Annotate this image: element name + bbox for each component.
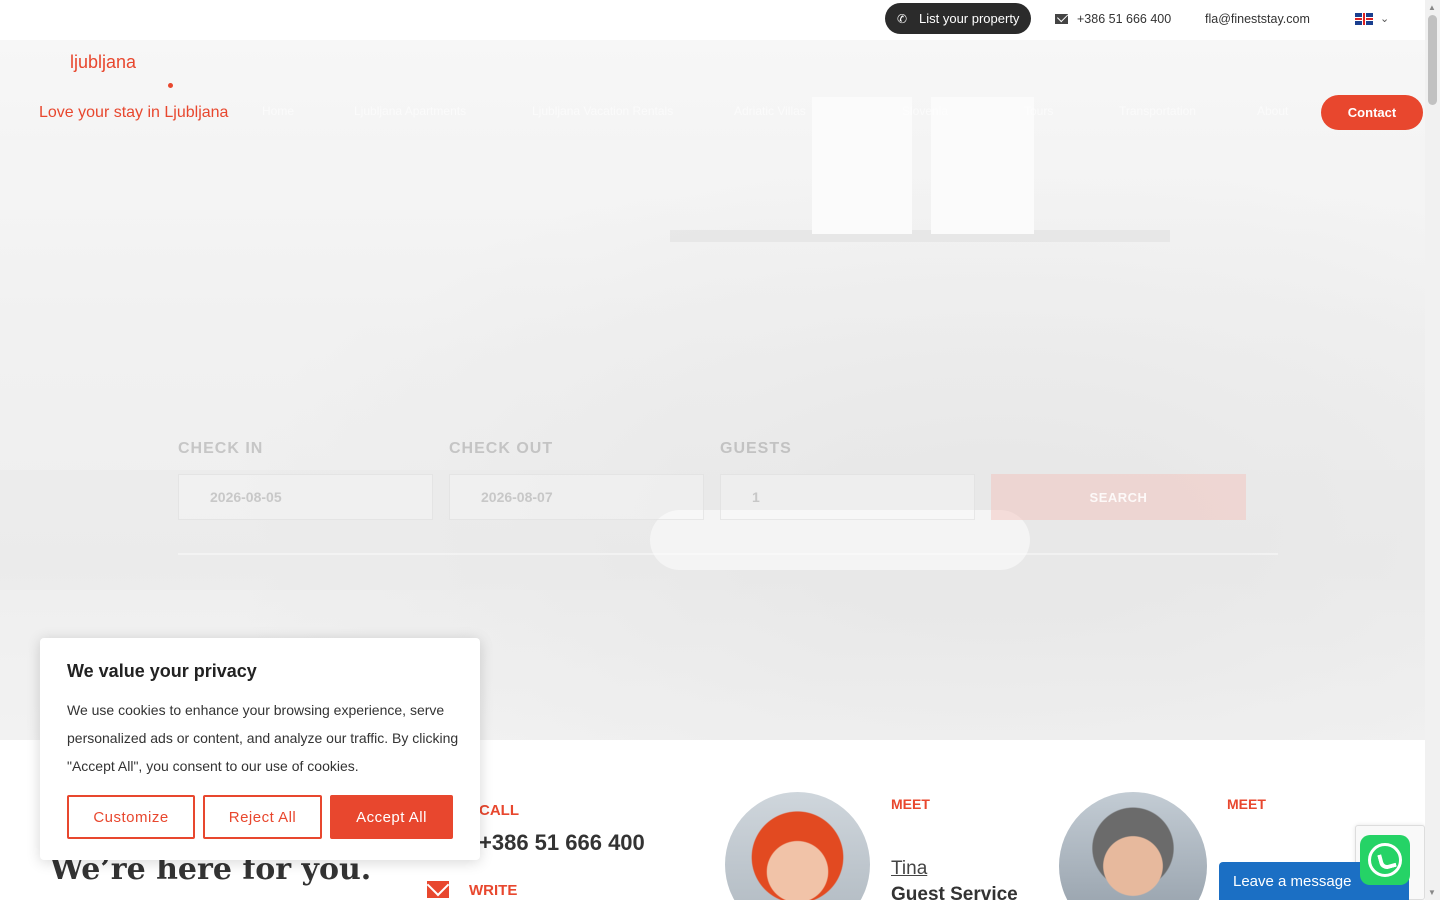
scroll-down-icon[interactable]: ▼ [1428,888,1436,897]
topbar-email-link[interactable]: fla@fineststay.com [1205,12,1310,26]
scrollbar[interactable]: ▲ ▼ [1425,0,1440,900]
tagline: Love your stay in Ljubljana [39,104,229,121]
topbar-phone-text: +386 51 666 400 [1077,12,1172,26]
leave-message-label: Leave a message [1233,872,1352,890]
call-number[interactable]: +386 51 666 400 [479,830,645,856]
nav-item-adriatic-villas[interactable]: Adriatic Villas [734,104,806,118]
topbar-phone-link[interactable]: +386 51 666 400 [1055,12,1171,26]
cookie-title: We value your privacy [67,661,257,681]
search-button[interactable]: SEARCH [991,474,1246,520]
logo-text[interactable]: ljubljana [70,52,136,73]
guests-select[interactable]: 1 [720,474,975,520]
nav-item-apartments[interactable]: Ljubljana Apartments [354,104,466,118]
call-label: CALL [479,802,519,819]
hero-background [0,40,1425,740]
customize-button[interactable]: Customize [67,795,195,839]
top-bar: ✆ List your property +386 51 666 400 fla… [0,0,1440,40]
meet-label: MEET [1227,796,1266,812]
logo-dot [168,83,173,88]
check-in-group: CHECK IN 2026-08-05 [178,440,433,520]
scroll-up-icon[interactable]: ▲ [1428,3,1436,12]
meet-label: MEET [891,796,930,812]
nav-item-tours[interactable]: Tours [1024,104,1053,118]
staff-name-link[interactable]: Tina [891,858,927,880]
check-in-label: CHECK IN [178,440,264,457]
hero-overlay [0,40,1425,740]
cookie-body: We use cookies to enhance your browsing … [67,702,459,774]
nav-item-home[interactable]: Home [262,104,294,118]
nav-item-about[interactable]: About [1257,104,1288,118]
nav-item-transportation[interactable]: Transportation [1119,104,1196,118]
list-property-label: List your property [919,11,1020,26]
phone-icon: ✆ [896,11,908,26]
envelope-icon [427,881,449,898]
check-out-group: CHECK OUT 2026-08-07 [449,440,704,520]
list-property-button[interactable]: ✆ List your property [885,3,1031,34]
scrollbar-thumb[interactable] [1428,15,1437,105]
nav-item-slovenia[interactable]: Slovenia [902,104,948,118]
staff-role: Guest Service [891,884,1018,900]
accept-all-button[interactable]: Accept All [330,795,453,839]
contact-button[interactable]: Contact [1321,95,1423,130]
divider [178,553,1278,555]
guests-group: GUESTS 1 [720,440,975,520]
chevron-down-icon[interactable]: ⌄ [1380,12,1389,25]
cookie-consent-banner: We value your privacy We use cookies to … [40,638,480,860]
reject-all-button[interactable]: Reject All [203,795,322,839]
write-label[interactable]: WRITE [469,882,517,899]
envelope-icon [1055,14,1068,24]
nav-item-vacation-rentals[interactable]: Ljubljana Vacation Rentals [532,104,673,118]
check-in-input[interactable]: 2026-08-05 [178,474,433,520]
check-out-input[interactable]: 2026-08-07 [449,474,704,520]
guests-label: GUESTS [720,440,792,457]
check-out-label: CHECK OUT [449,440,554,457]
uk-flag-icon[interactable] [1355,13,1373,25]
whatsapp-button[interactable] [1360,835,1410,885]
whatsapp-icon [1368,843,1402,877]
